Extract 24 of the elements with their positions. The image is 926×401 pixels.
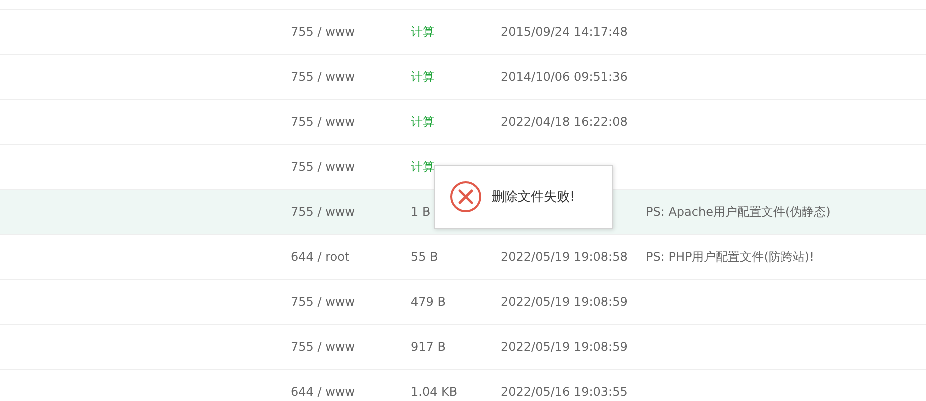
permission-cell-text: 755 / www: [291, 205, 356, 219]
date-cell-text: 2014/10/06 09:51:36: [501, 70, 629, 84]
date-cell-text: 2022/05/19 19:08:59: [501, 295, 629, 309]
size-cell-text: 917 B: [411, 340, 447, 354]
size-cell-text: 55 B: [411, 250, 440, 264]
note-cell-text: PS: PHP用户配置文件(防跨站)!: [646, 248, 816, 266]
date-cell-text: 2022/05/19 19:08:59: [501, 340, 629, 354]
date-cell-text: 2015/09/24 14:17:48: [501, 25, 629, 39]
permission-cell-text: 755 / www: [291, 340, 356, 354]
date-cell-text: 2022/04/18 16:22:08: [501, 115, 629, 129]
permission-cell-text: 755 / www: [291, 70, 356, 84]
date-cell-text: 2022/05/16 19:03:55: [501, 385, 629, 399]
size-cell-text: 479 B: [411, 295, 447, 309]
date-cell-text: 2022/05/19 19:08:58: [501, 250, 629, 264]
note-cell-text: PS: Apache用户配置文件(伪静态): [646, 204, 832, 220]
toast-message: 删除文件失败!: [492, 189, 576, 206]
size-cell-text: 1 B: [411, 205, 432, 219]
permission-cell-text: 755 / www: [291, 160, 356, 174]
permission-cell-text: 644 / root: [291, 250, 351, 264]
permission-cell-text: 755 / www: [291, 115, 356, 129]
permission-cell-text: 755 / www: [291, 295, 356, 309]
size-cell-text: 1.04 KB: [411, 385, 459, 399]
permission-cell-text: 755 / www: [291, 25, 356, 39]
permission-cell-text: 644 / www: [291, 385, 356, 399]
